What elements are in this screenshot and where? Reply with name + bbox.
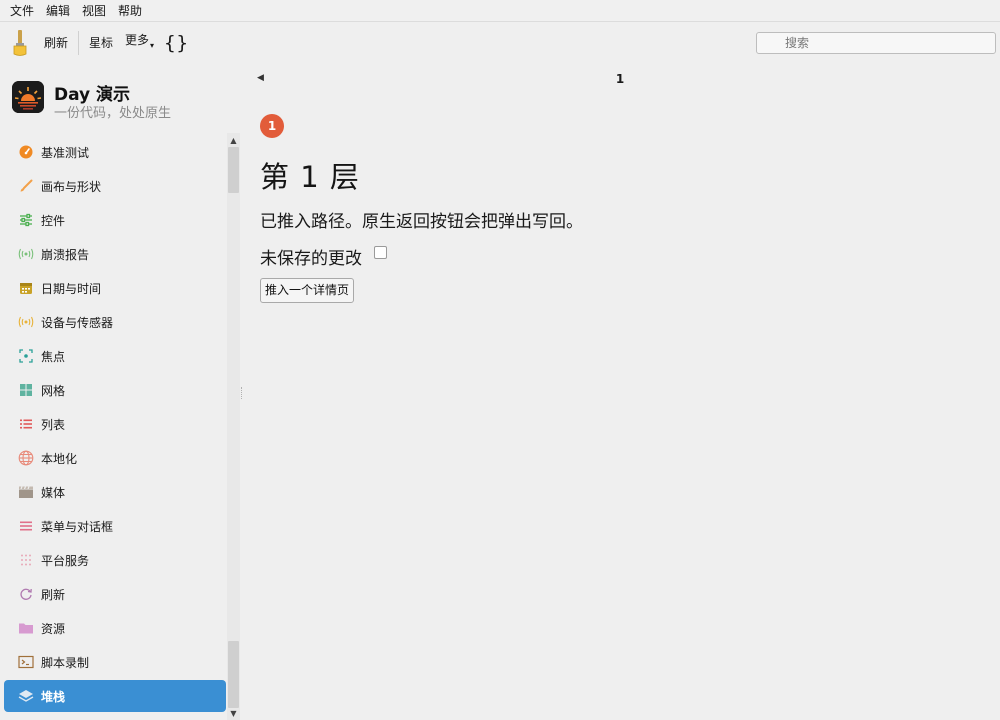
sidebar-item-date-time[interactable]: 日期与时间 bbox=[4, 271, 226, 305]
sidebar-item-controls[interactable]: 控件 bbox=[4, 203, 226, 237]
gauge-icon bbox=[18, 144, 34, 160]
more-button[interactable]: 更多▾ bbox=[119, 26, 160, 60]
sidebar-item-label: 日期与时间 bbox=[41, 281, 102, 296]
sidebar-item-script-recording[interactable]: 脚本录制 bbox=[4, 645, 226, 679]
sidebar-item-label: 基准测试 bbox=[41, 145, 90, 160]
sidebar-item-label: 设备与传感器 bbox=[41, 315, 114, 330]
sidebar-item-label: 崩溃报告 bbox=[41, 247, 90, 262]
refresh-button[interactable]: 刷新 bbox=[38, 29, 74, 57]
more-label: 更多 bbox=[125, 33, 150, 47]
sidebar-item-refresh[interactable]: 刷新 bbox=[4, 577, 226, 611]
sidebar-item-resources[interactable]: 资源 bbox=[4, 611, 226, 645]
scroll-up-arrow-icon[interactable]: ▲ bbox=[227, 135, 240, 147]
list-icon bbox=[18, 416, 34, 432]
menu-icon bbox=[18, 518, 34, 534]
sidebar-item-label: 平台服务 bbox=[41, 553, 90, 568]
sidebar-item-label: 画布与形状 bbox=[41, 179, 102, 194]
star-button[interactable]: 星标 bbox=[83, 29, 119, 57]
page-title: 第 1 层 bbox=[260, 160, 360, 194]
scrollbar-thumb-lower[interactable] bbox=[228, 641, 239, 708]
app-header: Day 演示 一份代码，处处原生 bbox=[12, 80, 232, 128]
sidebar: Day 演示 一份代码，处处原生 基准测试 画布与形状 控件 崩溃报告 日期与时… bbox=[0, 63, 240, 720]
sunrise-icon bbox=[12, 81, 44, 113]
braces-icon[interactable]: {} bbox=[164, 32, 189, 54]
calendar-icon bbox=[18, 280, 34, 296]
dots-grid-icon bbox=[18, 552, 34, 568]
sidebar-item-label: 本地化 bbox=[41, 451, 78, 466]
sensor-icon bbox=[18, 314, 34, 330]
paintbrush-icon bbox=[18, 178, 34, 194]
toolbar-separator bbox=[78, 31, 80, 55]
terminal-icon bbox=[18, 654, 34, 670]
sidebar-item-label: 焦点 bbox=[41, 349, 66, 364]
scroll-down-arrow-icon[interactable]: ▼ bbox=[227, 708, 240, 720]
back-arrow-icon[interactable]: ◀ bbox=[257, 73, 264, 83]
grid-icon bbox=[18, 382, 34, 398]
unsaved-changes-label: 未保存的更改 bbox=[260, 249, 362, 269]
paintbrush-icon[interactable] bbox=[10, 29, 30, 57]
broadcast-icon bbox=[18, 246, 34, 262]
sidebar-item-focus[interactable]: 焦点 bbox=[4, 339, 226, 373]
search-input[interactable] bbox=[756, 32, 996, 54]
sidebar-item-menus-dialogs[interactable]: 菜单与对话框 bbox=[4, 509, 226, 543]
sidebar-item-label: 菜单与对话框 bbox=[41, 519, 114, 534]
focus-icon bbox=[18, 348, 34, 364]
menu-bar: 文件 编辑 视图 帮助 bbox=[0, 0, 1000, 22]
menu-help[interactable]: 帮助 bbox=[112, 0, 148, 22]
unsaved-changes-checkbox[interactable] bbox=[374, 246, 387, 259]
layers-icon bbox=[18, 688, 34, 704]
sidebar-item-localization[interactable]: 本地化 bbox=[4, 441, 226, 475]
sidebar-item-label: 脚本录制 bbox=[41, 655, 90, 670]
sidebar-item-label: 网格 bbox=[41, 383, 66, 398]
menu-file[interactable]: 文件 bbox=[4, 0, 40, 22]
sidebar-item-benchmark[interactable]: 基准测试 bbox=[4, 135, 226, 169]
toolbar: 刷新 星标 更多▾ {} bbox=[0, 23, 1000, 63]
app-subtitle: 一份代码，处处原生 bbox=[54, 106, 172, 121]
sidebar-item-media[interactable]: 媒体 bbox=[4, 475, 226, 509]
sidebar-scrollbar[interactable]: ▲ ▼ bbox=[227, 133, 240, 720]
sidebar-item-label: 刷新 bbox=[41, 587, 66, 602]
folder-icon bbox=[18, 620, 34, 636]
push-detail-button[interactable]: 推入一个详情页 bbox=[260, 278, 355, 303]
menu-edit[interactable]: 编辑 bbox=[40, 0, 76, 22]
refresh-icon bbox=[18, 586, 34, 602]
sidebar-item-devices-sensors[interactable]: 设备与传感器 bbox=[4, 305, 226, 339]
chevron-down-icon: ▾ bbox=[150, 41, 155, 50]
scrollbar-thumb[interactable] bbox=[228, 147, 239, 193]
sidebar-nav-list: 基准测试 画布与形状 控件 崩溃报告 日期与时间 设备与传感器 焦点 网格 列表… bbox=[4, 135, 226, 712]
sidebar-item-label: 媒体 bbox=[41, 485, 66, 500]
clapperboard-icon bbox=[18, 484, 34, 500]
depth-badge: 1 bbox=[260, 114, 284, 138]
navigation-title: 1 bbox=[615, 72, 625, 86]
sidebar-item-label: 堆栈 bbox=[41, 689, 66, 704]
sidebar-item-list[interactable]: 列表 bbox=[4, 407, 226, 441]
menu-view[interactable]: 视图 bbox=[76, 0, 112, 22]
sidebar-item-crash-report[interactable]: 崩溃报告 bbox=[4, 237, 226, 271]
sidebar-item-grid[interactable]: 网格 bbox=[4, 373, 226, 407]
sidebar-item-label: 列表 bbox=[41, 417, 66, 432]
sidebar-item-platform-services[interactable]: 平台服务 bbox=[4, 543, 226, 577]
globe-icon bbox=[18, 450, 34, 466]
sliders-icon bbox=[18, 212, 34, 228]
sidebar-item-label: 资源 bbox=[41, 621, 66, 636]
sidebar-item-stack[interactable]: 堆栈 bbox=[4, 680, 226, 712]
pane-splitter-handle[interactable] bbox=[241, 387, 243, 399]
page-description: 已推入路径。原生返回按钮会把弹出写回。 bbox=[260, 212, 583, 232]
sidebar-item-canvas[interactable]: 画布与形状 bbox=[4, 169, 226, 203]
sidebar-item-label: 控件 bbox=[41, 213, 66, 228]
